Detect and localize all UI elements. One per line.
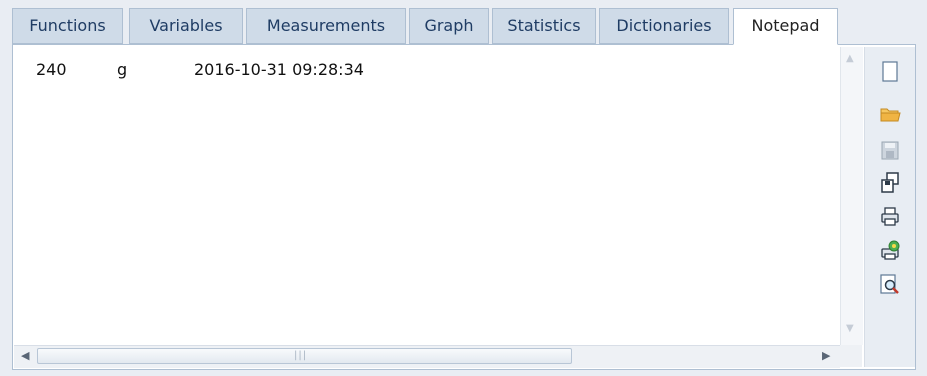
horizontal-scroll-thumb[interactable]: ||| [37,348,572,364]
tab-functions[interactable]: Functions [12,8,123,44]
scroll-down-icon[interactable]: ▼ [846,323,854,334]
save-as-button[interactable] [878,171,902,195]
scroll-right-icon[interactable]: ▶ [822,349,830,362]
tab-dictionaries[interactable]: Dictionaries [599,8,729,44]
measurement-unit: g [117,60,128,79]
print-preview-icon [880,274,899,294]
print-icon [881,207,899,226]
notepad-toolbar [864,47,915,367]
tab-notepad[interactable]: Notepad [733,8,838,45]
tab-statistics[interactable]: Statistics [492,8,596,44]
open-button[interactable] [878,102,902,126]
tab-measurements[interactable]: Measurements [246,8,406,44]
print-button[interactable] [878,205,902,229]
scroll-left-icon[interactable]: ◀ [21,349,29,362]
save-button[interactable] [878,139,902,163]
open-folder-icon [880,108,901,122]
new-document-icon [882,61,898,82]
horizontal-scrollbar[interactable]: ◀ ||| ▶ [14,345,840,368]
measurement-value: 240 [36,60,67,79]
save-as-icon [881,172,899,193]
scrollbar-corner [840,345,862,367]
tab-graph[interactable]: Graph [409,8,489,44]
print-settings-icon [881,240,900,260]
measurement-timestamp: 2016-10-31 09:28:34 [194,60,364,79]
vertical-scrollbar[interactable]: ▲ ▼ [840,47,863,345]
print-settings-button[interactable] [878,239,902,263]
scroll-up-icon[interactable]: ▲ [846,53,854,64]
grip-icon: ||| [294,350,308,361]
tab-variables[interactable]: Variables [129,8,243,44]
new-document-button[interactable] [878,60,902,84]
notepad-editor[interactable]: 240 g 2016-10-31 09:28:34 [14,47,839,345]
save-icon [881,141,899,160]
print-preview-button[interactable] [878,273,902,297]
